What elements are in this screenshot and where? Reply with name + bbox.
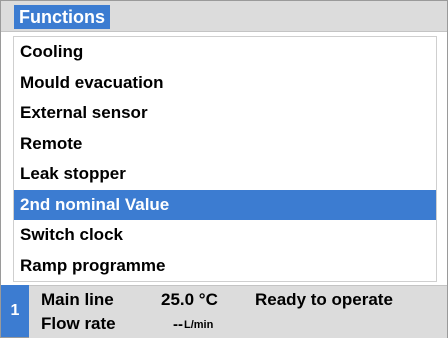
menu-item-mould-evacuation[interactable]: Mould evacuation: [14, 68, 436, 99]
menu-item-remote[interactable]: Remote: [14, 129, 436, 160]
flow-rate-label: Flow rate: [41, 314, 116, 333]
menu-item-switch-clock[interactable]: Switch clock: [14, 220, 436, 251]
flow-rate-number: --: [173, 316, 183, 333]
menu-title: Functions: [14, 5, 110, 29]
operating-state: Ready to operate: [255, 290, 393, 309]
device-screen: Functions Cooling Mould evacuation Exter…: [0, 0, 448, 338]
status-panel: Main line 25.0 °C Ready to operate Flow …: [29, 285, 447, 338]
menu-item-ramp-programme[interactable]: Ramp programme: [14, 251, 436, 282]
title-bar: Functions: [1, 1, 447, 32]
functions-menu: Cooling Mould evacuation External sensor…: [13, 36, 437, 282]
unit-number-badge: 1: [1, 285, 29, 337]
status-bar: 1 Main line 25.0 °C Ready to operate Flo…: [1, 285, 447, 338]
menu-item-cooling[interactable]: Cooling: [14, 37, 436, 68]
flow-rate-unit: L/min: [184, 319, 214, 331]
menu-item-leak-stopper[interactable]: Leak stopper: [14, 159, 436, 190]
main-line-label: Main line: [41, 290, 114, 309]
flow-rate-value: --L/min: [173, 316, 213, 333]
menu-item-external-sensor[interactable]: External sensor: [14, 98, 436, 129]
menu-item-2nd-nominal-value[interactable]: 2nd nominal Value: [14, 189, 436, 220]
main-line-temperature: 25.0 °C: [161, 290, 218, 309]
